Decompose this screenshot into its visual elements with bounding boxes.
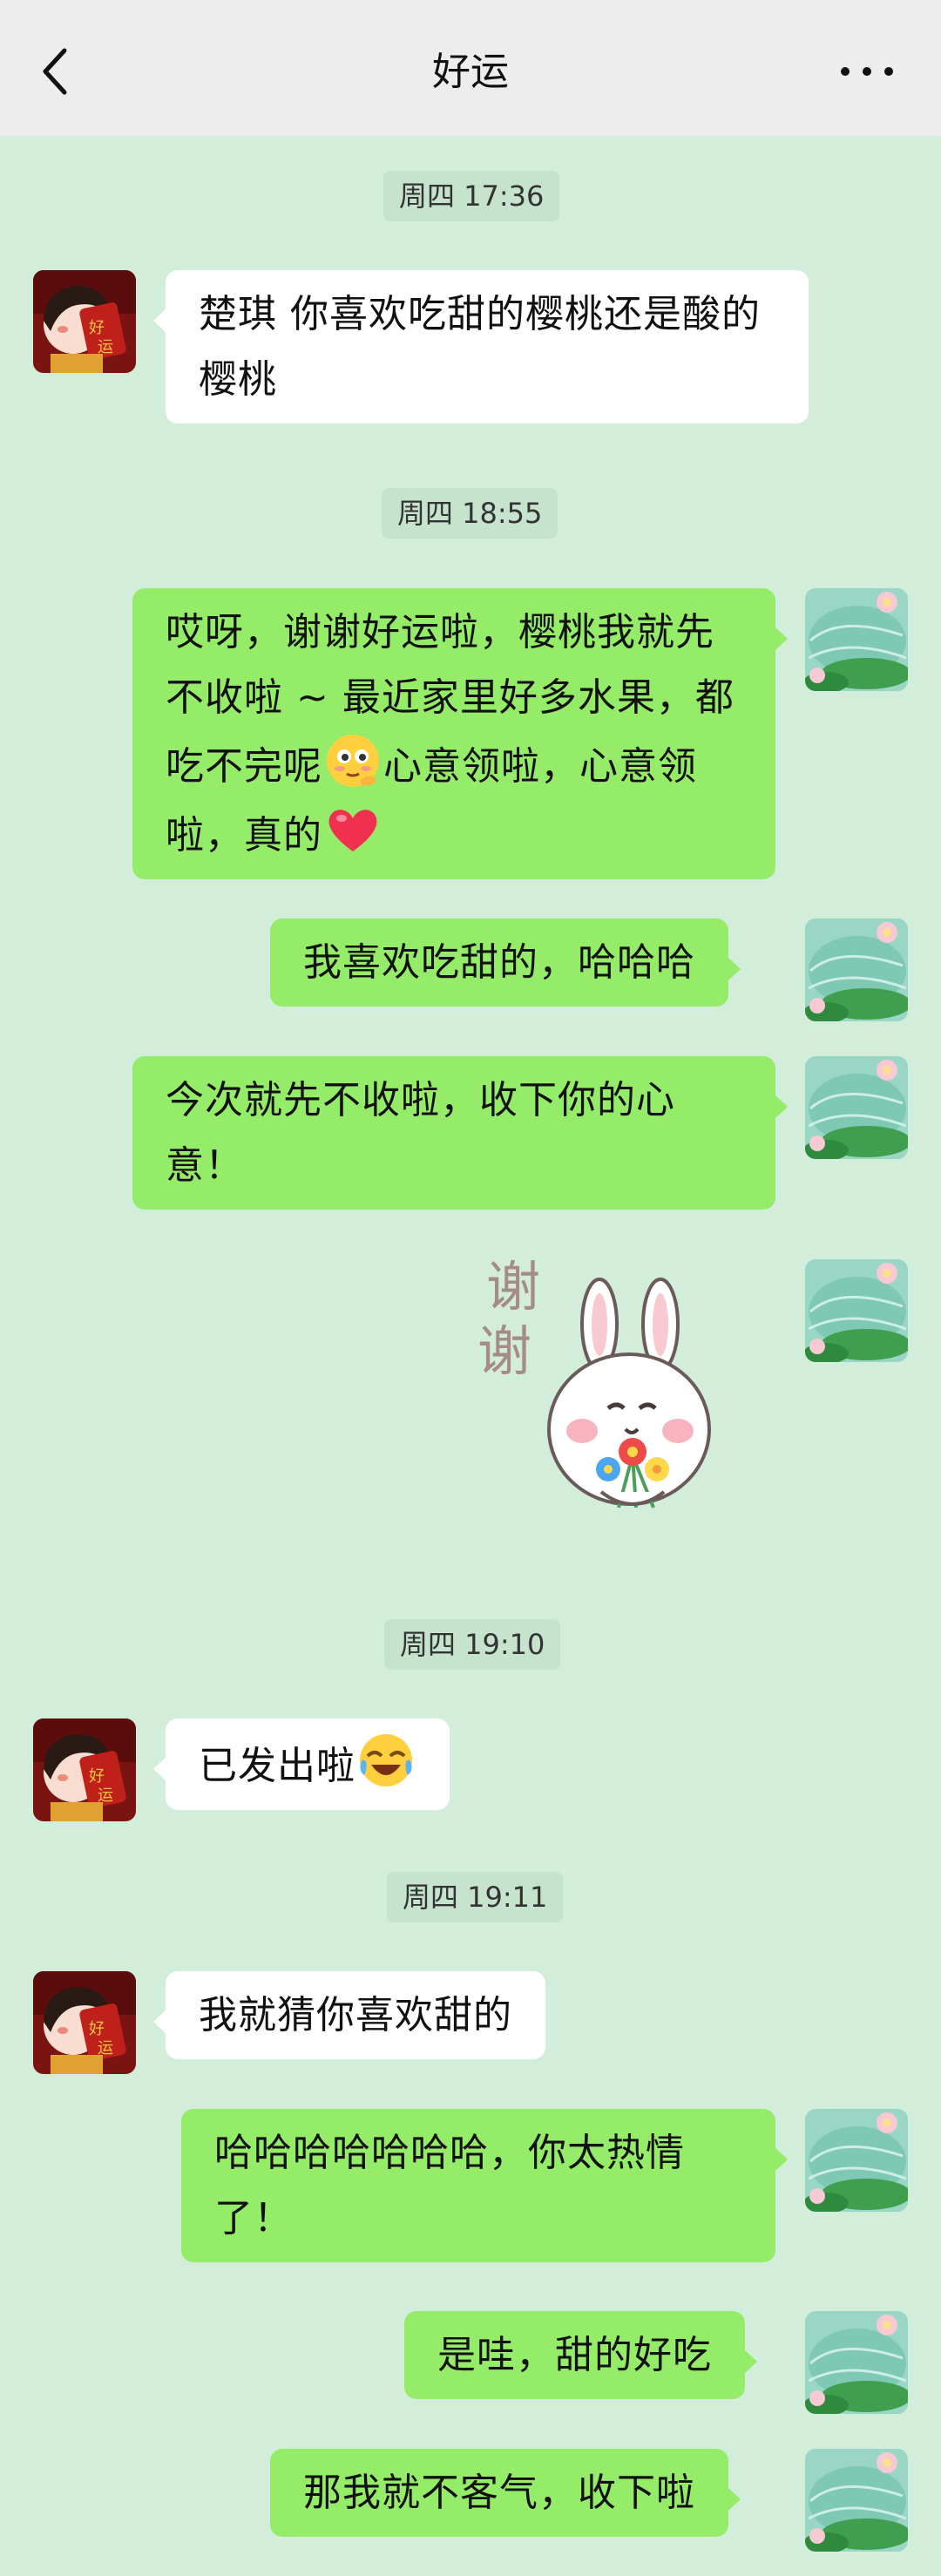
outgoing-message[interactable]: 是哇，甜的好吃: [404, 2311, 757, 2399]
chat-header: 好运: [0, 0, 941, 136]
timestamp: 周四 17:36: [383, 171, 560, 221]
my-avatar[interactable]: [805, 2109, 908, 2212]
message-text: 我喜欢吃甜的，哈哈哈: [303, 940, 695, 985]
message-text: 哈哈哈哈哈哈哈，你太热情了！: [214, 2131, 685, 2240]
timestamp: 周四 18:55: [382, 488, 559, 539]
message-text: 已发出啦: [199, 1744, 355, 1788]
my-avatar[interactable]: [805, 919, 908, 1021]
more-dots-icon[interactable]: [838, 54, 896, 89]
shy-face-emoji: [322, 730, 383, 791]
timestamp: 周四 19:10: [384, 1619, 561, 1670]
my-avatar[interactable]: [805, 588, 908, 691]
message-text: 我就猜你喜欢甜的: [199, 1993, 512, 2037]
incoming-message[interactable]: 楚琪 你喜欢吃甜的樱桃还是酸的樱桃: [153, 270, 809, 424]
svg-text:谢: 谢: [477, 1319, 531, 1383]
outgoing-message[interactable]: 哈哈哈哈哈哈哈，你太热情了！: [181, 2109, 788, 2262]
message-text: 那我就不客气，收下啦: [303, 2471, 695, 2515]
contact-avatar[interactable]: [33, 1718, 136, 1821]
timestamp: 周四 19:11: [387, 1872, 564, 1922]
svg-text:谢: 谢: [486, 1255, 540, 1319]
outgoing-message[interactable]: 今次就先不收啦，收下你的心意！: [132, 1056, 788, 1210]
chat-title: 好运: [432, 50, 509, 94]
my-avatar[interactable]: [805, 1259, 908, 1362]
my-avatar[interactable]: [805, 2449, 908, 2552]
my-avatar[interactable]: [805, 1056, 908, 1159]
my-avatar[interactable]: [805, 2311, 908, 2414]
red-heart-emoji: [322, 799, 383, 860]
contact-avatar[interactable]: [33, 270, 136, 373]
outgoing-message[interactable]: 那我就不客气，收下啦: [270, 2449, 741, 2537]
outgoing-message[interactable]: 我喜欢吃甜的，哈哈哈: [270, 919, 741, 1007]
incoming-message[interactable]: 已发出啦: [153, 1718, 450, 1810]
message-text: 今次就先不收啦，收下你的心意！: [166, 1078, 675, 1188]
outgoing-message[interactable]: 哎呀，谢谢好运啦，樱桃我就先不收啦 ~ 最近家里好多水果，都吃不完呢 心意领啦，心…: [132, 588, 788, 879]
contact-avatar[interactable]: [33, 1971, 136, 2074]
laughing-tears-emoji: [355, 1730, 416, 1791]
message-text: 楚琪 你喜欢吃甜的樱桃还是酸的樱桃: [199, 292, 761, 402]
bunny-with-flowers-sticker[interactable]: 谢 谢: [470, 1255, 714, 1516]
message-text: 是哇，甜的好吃: [437, 2333, 712, 2377]
incoming-message[interactable]: 我就猜你喜欢甜的: [153, 1971, 545, 2059]
